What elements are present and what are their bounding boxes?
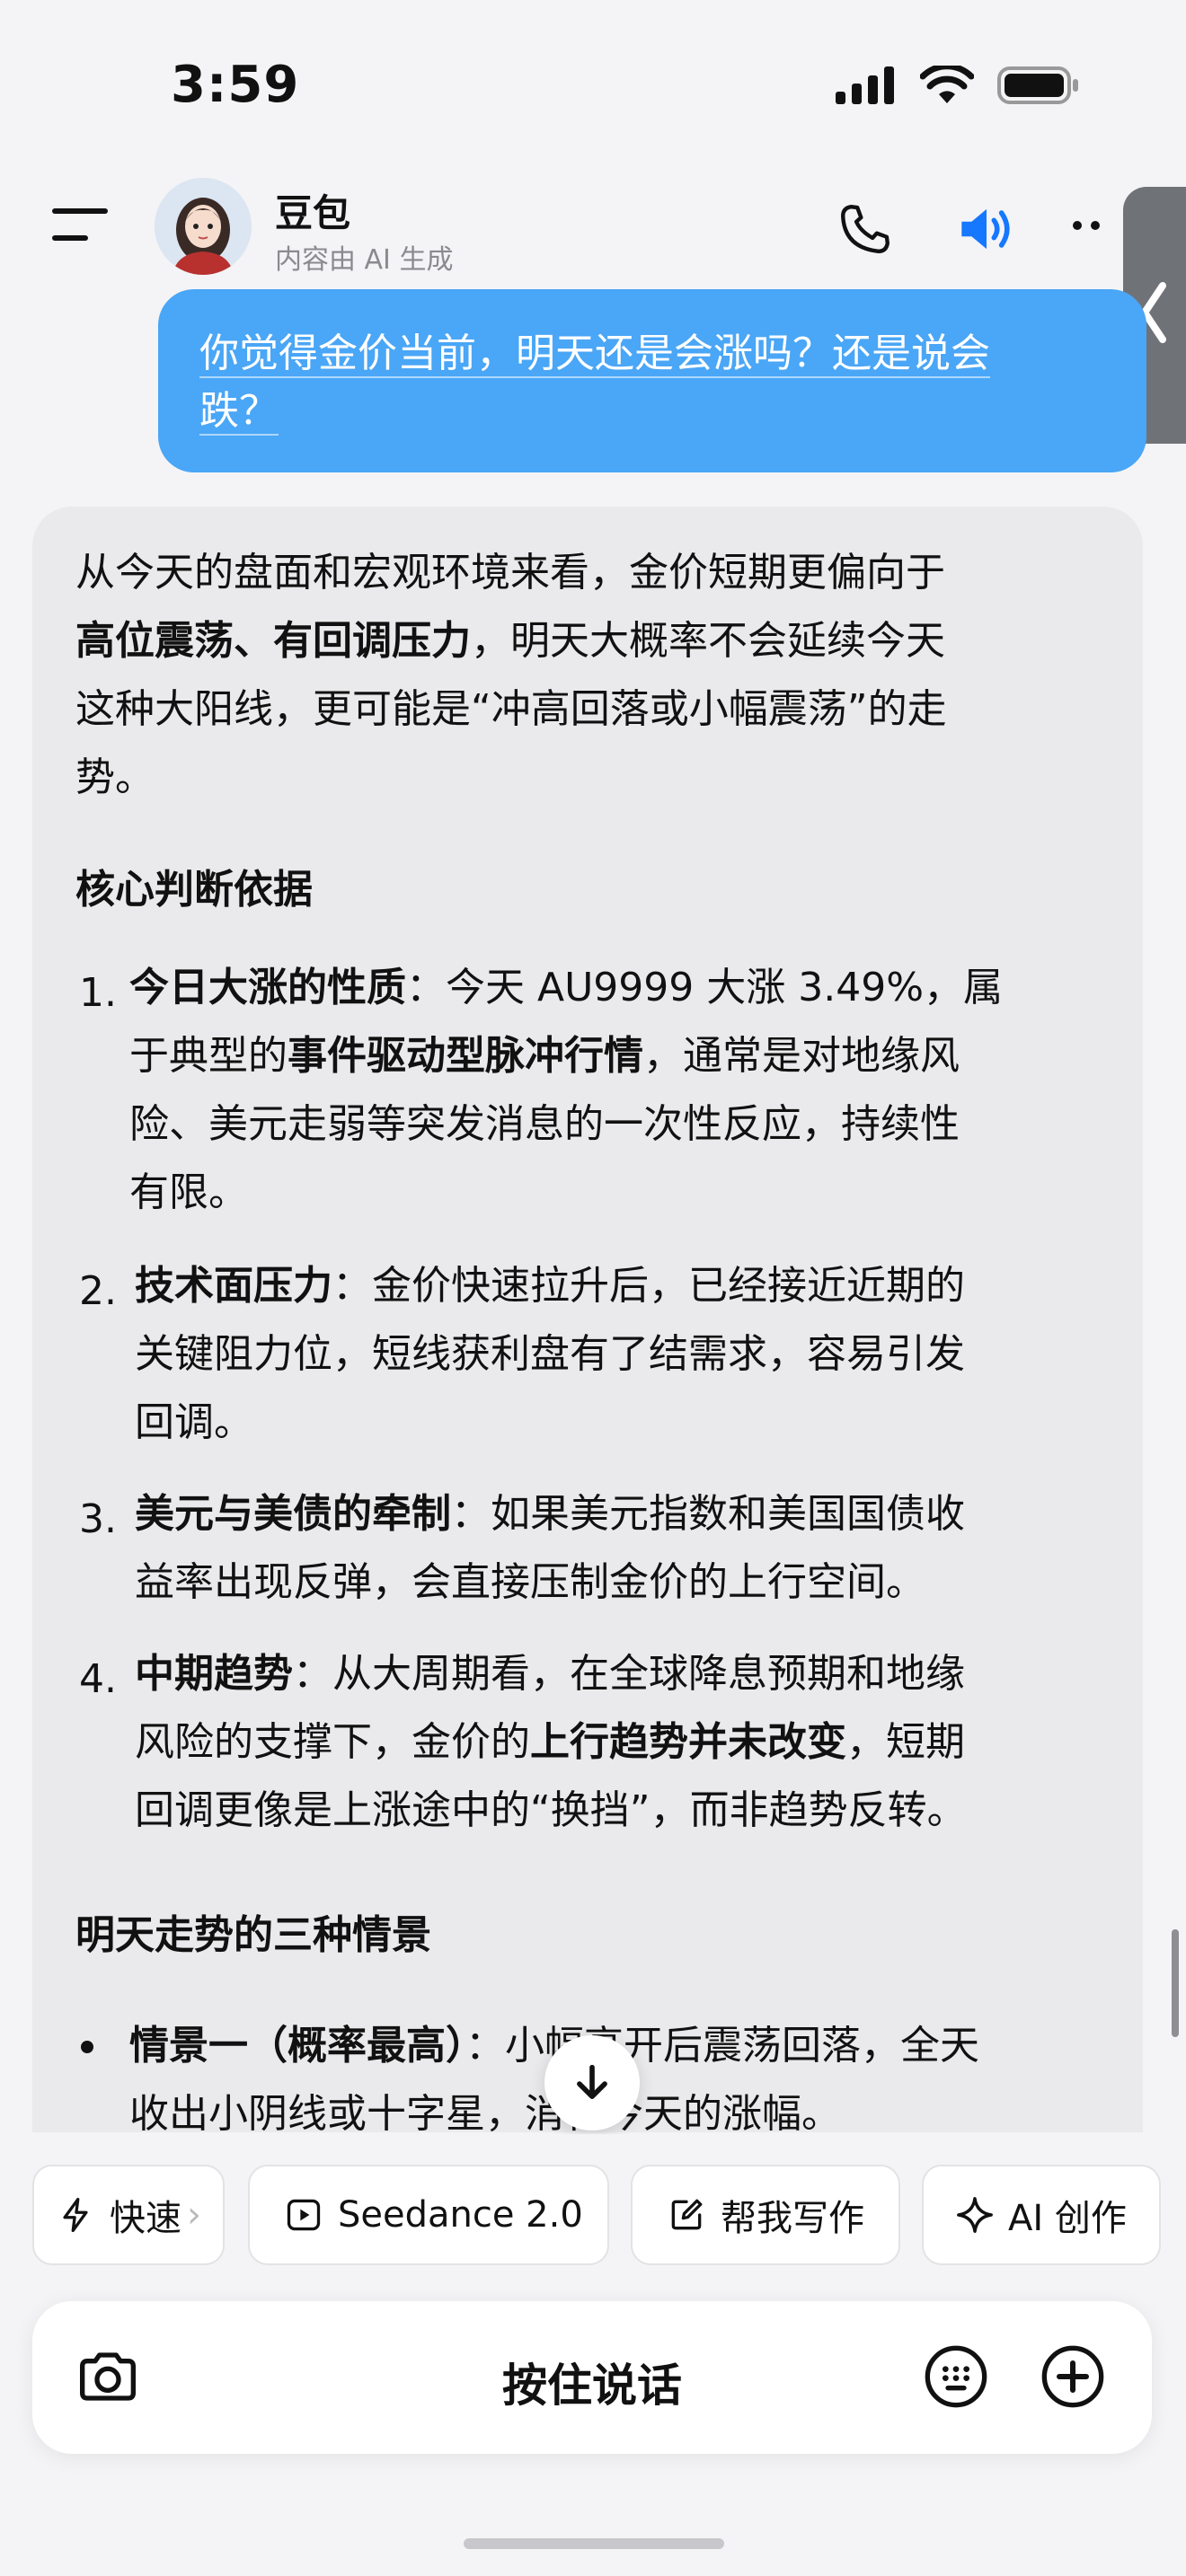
arrow-down-icon	[577, 2064, 607, 2099]
bot-subtitle: 内容由 AI 生成	[275, 244, 454, 276]
bolt-icon	[63, 2197, 88, 2233]
home-indicator	[464, 2538, 724, 2549]
signal-icon	[836, 66, 894, 104]
list-item: 技术面压力：金价快速拉升后，已经接近近期的 关键阻力位，短线获利盘有了结需求，容…	[135, 1263, 965, 1445]
section-title: 明天走势的三种情景	[75, 1912, 431, 1958]
list-number: 3.	[79, 1496, 117, 1542]
status-time: 3:59	[171, 56, 300, 114]
chip-writing[interactable]: 帮我写作	[631, 2165, 900, 2265]
scroll-down-button[interactable]	[544, 2035, 640, 2130]
voice-input-bar[interactable]: 按住说话	[32, 2301, 1152, 2454]
user-message-bubble[interactable]: 你觉得金价当前，明天还是会涨吗？还是说会 跌？	[158, 289, 1146, 472]
chip-seedance[interactable]: Seedance 2.0	[248, 2165, 609, 2265]
scrollbar-thumb[interactable]	[1172, 1929, 1179, 2037]
menu-icon[interactable]	[52, 208, 111, 244]
sparkle-icon	[957, 2197, 993, 2233]
section-title: 核心判断依据	[75, 867, 313, 913]
more-icon[interactable]	[1073, 221, 1100, 230]
battery-icon	[997, 66, 1078, 104]
bot-name: 豆包	[275, 191, 351, 235]
plus-icon[interactable]	[1037, 2341, 1109, 2416]
keyboard-icon[interactable]	[920, 2341, 992, 2416]
bullet	[81, 2041, 93, 2053]
answer-intro: 从今天的盘面和宏观环境来看，金价短期更偏向于 高位震荡、有回调压力，明天大概率不…	[75, 550, 947, 800]
speaker-icon[interactable]	[954, 198, 1019, 260]
answer-card: 从今天的盘面和宏观环境来看，金价短期更偏向于 高位震荡、有回调压力，明天大概率不…	[32, 507, 1143, 2137]
wifi-icon	[920, 66, 974, 103]
list-number: 4.	[79, 1656, 117, 1702]
phone-icon[interactable]	[834, 198, 897, 260]
user-message-line: 你觉得金价当前，明天还是会涨吗？还是说会	[199, 331, 990, 378]
user-message-line: 跌？	[199, 388, 279, 436]
status-icons	[836, 63, 1080, 108]
play-icon	[287, 2199, 321, 2231]
list-number: 1.	[79, 970, 117, 1016]
list-number: 2.	[79, 1268, 117, 1314]
chip-fast[interactable]: 快速 ›	[32, 2165, 225, 2265]
list-item: 今日大涨的性质：今天 AU9999 大涨 3.49%，属 于典型的事件驱动型脉冲…	[129, 965, 1004, 1215]
avatar[interactable]	[155, 178, 252, 275]
edit-icon	[671, 2199, 703, 2230]
list-item: 美元与美债的牵制：如果美元指数和美国国债收 益率出现反弹，会直接压制金价的上行空…	[135, 1491, 965, 1605]
chip-ai-create[interactable]: AI 创作	[922, 2165, 1161, 2265]
chip-arrow-icon: ›	[187, 2194, 201, 2236]
list-item: 中期趋势：从大周期看，在全球降息预期和地缘 风险的支撑下，金价的上行趋势并未改变…	[135, 1651, 967, 1833]
